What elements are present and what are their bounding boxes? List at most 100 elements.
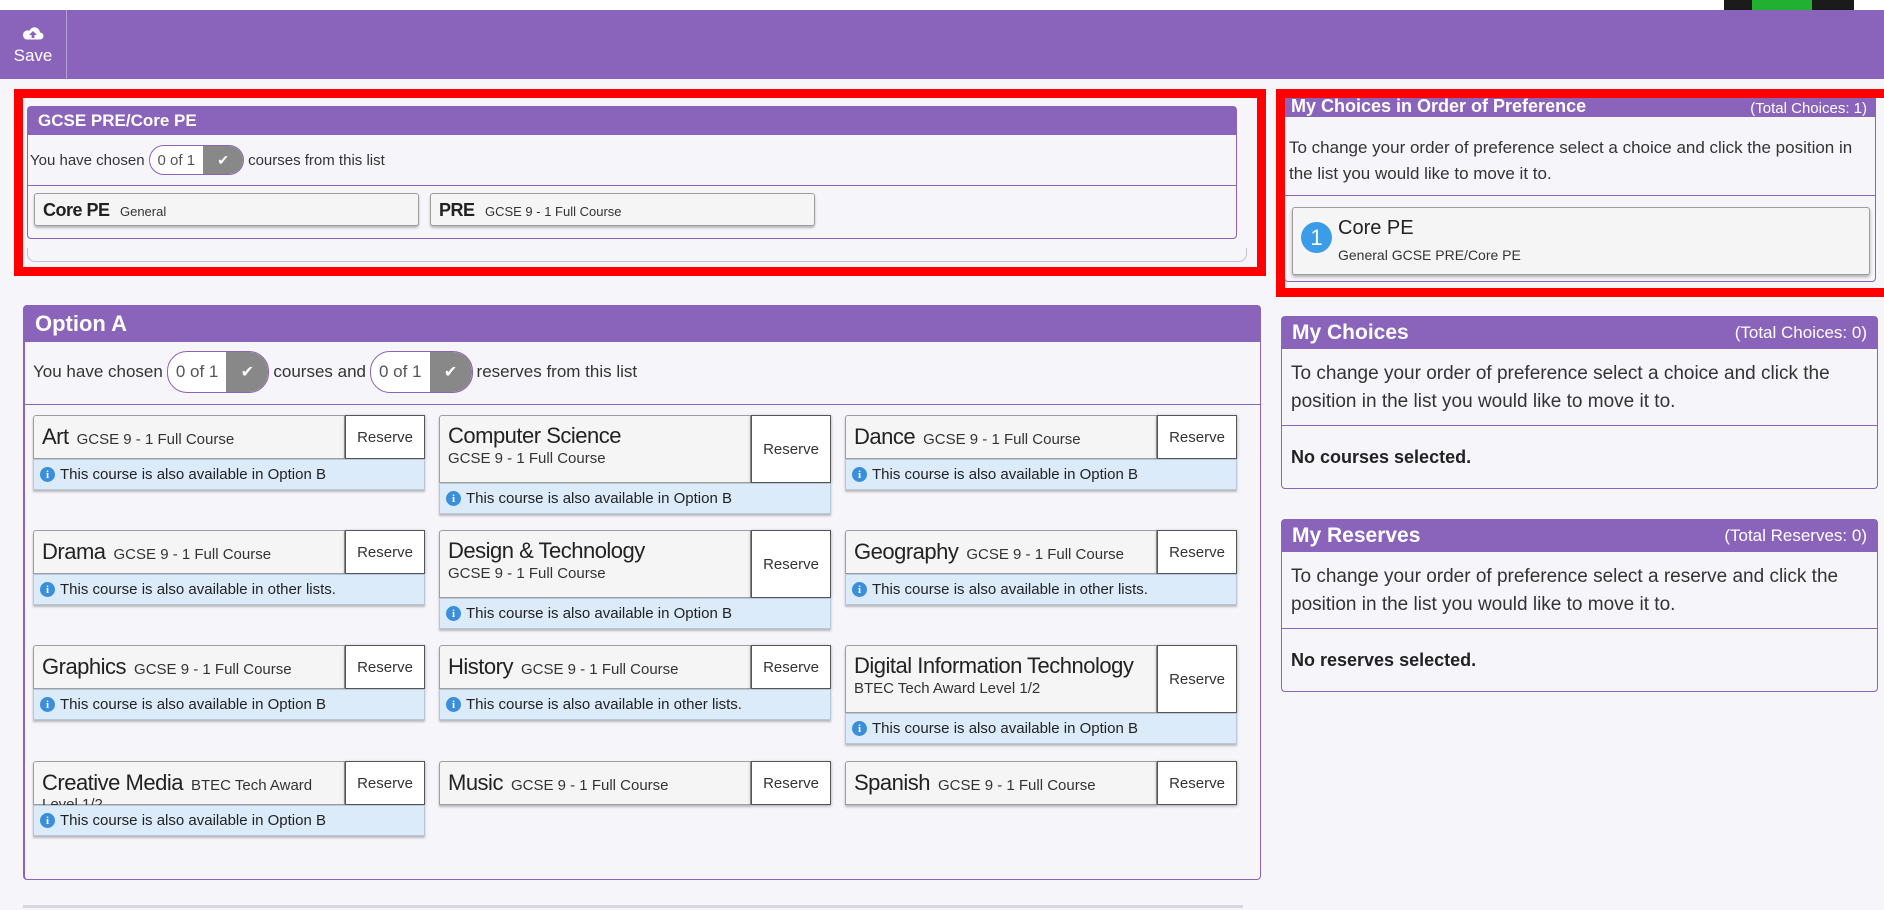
reserve-button[interactable]: Reserve <box>751 761 831 805</box>
my-reserves-divider <box>1282 628 1877 629</box>
course-type: GCSE 9 - 1 Full Course <box>938 777 1096 794</box>
highlight-box <box>1276 89 1884 297</box>
reserve-button[interactable]: Reserve <box>751 530 831 598</box>
info-icon: i <box>446 491 461 506</box>
course-info-note: i This course is also available in Option… <box>845 713 1237 744</box>
course-card-body[interactable]: History GCSE 9 - 1 Full Course <box>439 645 751 689</box>
course-card-body[interactable]: Design & Technology GCSE 9 - 1 Full Cours… <box>439 530 751 598</box>
course-card-body[interactable]: Spanish GCSE 9 - 1 Full Course <box>845 761 1157 805</box>
course-card-body[interactable]: Dance GCSE 9 - 1 Full Course <box>845 415 1157 459</box>
course-name: Geography <box>854 539 959 564</box>
course-type: GCSE 9 - 1 Full Course <box>76 431 235 448</box>
course-info-note: i This course is also available in other … <box>845 574 1237 605</box>
info-icon: i <box>852 467 867 482</box>
reserve-button[interactable]: Reserve <box>1157 761 1237 805</box>
course-name: Computer Science <box>448 423 621 448</box>
courses-counter: 0 of 1 ✔ <box>166 351 270 393</box>
course-info-note: i This course is also available in Option… <box>439 483 831 514</box>
course-info-text: This course is also available in Option … <box>466 605 732 622</box>
course-card-body[interactable]: Graphics GCSE 9 - 1 Full Course <box>33 645 345 689</box>
reserve-button[interactable]: Reserve <box>1157 415 1237 459</box>
highlight-box <box>14 89 1266 276</box>
my-choices-panel: My Choices (Total Choices: 0) To change … <box>1281 316 1878 489</box>
course-info-text: This course is also available in Option … <box>872 466 1138 483</box>
course-info-text: This course is also available in Option … <box>60 696 326 713</box>
course-info-note: i This course is also available in other … <box>33 574 425 605</box>
course-info-text: This course is also available in Option … <box>60 466 326 483</box>
course-type: GCSE 9 - 1 Full Course <box>448 565 606 582</box>
course-type: GCSE 9 - 1 Full Course <box>520 661 679 678</box>
course-card-body[interactable]: Art GCSE 9 - 1 Full Course <box>33 415 345 459</box>
reserve-button[interactable]: Reserve <box>1157 645 1237 713</box>
reserve-button[interactable]: Reserve <box>345 415 425 459</box>
course-info-text: This course is also available in Option … <box>872 720 1138 737</box>
my-reserves-empty: No reserves selected. <box>1291 650 1477 670</box>
info-icon: i <box>852 582 867 597</box>
course-name: Dance <box>854 424 916 449</box>
my-choices-description: To change your order of preference selec… <box>1291 363 1830 412</box>
reserve-button[interactable]: Reserve <box>751 415 831 483</box>
reserves-counter-value: 0 of 1 <box>379 362 422 381</box>
my-reserves-title: My Reserves <box>1292 524 1421 547</box>
option-a-chosen-mid: courses and <box>273 362 366 381</box>
corner-graphic <box>1724 0 1854 10</box>
course-card-body[interactable]: Computer Science GCSE 9 - 1 Full Course <box>439 415 751 483</box>
info-icon: i <box>40 582 55 597</box>
save-label: Save <box>13 46 53 65</box>
reserve-button[interactable]: Reserve <box>345 761 425 805</box>
course-info-note: i This course is also available in Option… <box>33 805 425 836</box>
course-card-body[interactable]: Creative MediaBTEC Tech Award Level 1/2 <box>33 761 345 813</box>
my-choices-count: (Total Choices: 0) <box>1734 323 1867 342</box>
toolbar: Save <box>0 10 1884 79</box>
course-info-note: i This course is also available in other … <box>439 689 831 720</box>
course-type: BTEC Tech Award Level 1/2 <box>854 680 1041 697</box>
my-reserves-panel: My Reserves (Total Reserves: 0) To chang… <box>1281 519 1878 692</box>
course-info-text: This course is also available in other l… <box>60 581 336 598</box>
reserve-button[interactable]: Reserve <box>345 530 425 574</box>
reserve-button[interactable]: Reserve <box>751 645 831 689</box>
my-reserves-description: To change your order of preference selec… <box>1291 566 1839 615</box>
course-info-text: This course is also available in other l… <box>466 696 742 713</box>
course-card-body[interactable]: Music GCSE 9 - 1 Full Course <box>439 761 751 805</box>
reserve-button[interactable]: Reserve <box>1157 530 1237 574</box>
option-a-chosen-line: You have chosen 0 of 1 ✔ courses and 0 o… <box>33 351 637 393</box>
course-info-text: This course is also available in other l… <box>872 581 1148 598</box>
my-choices-title: My Choices <box>1292 321 1409 344</box>
course-info-note: i This course is also available in Option… <box>33 689 425 720</box>
course-card-body[interactable]: Digital Information Technology BTEC Tech … <box>845 645 1157 713</box>
course-type: GCSE 9 - 1 Full Course <box>113 546 272 563</box>
course-type: GCSE 9 - 1 Full Course <box>134 661 292 678</box>
course-info-text: This course is also available in Option … <box>466 490 732 507</box>
info-icon: i <box>40 813 55 828</box>
info-icon: i <box>446 697 461 712</box>
course-type: GCSE 9 - 1 Full Course <box>966 546 1124 563</box>
check-icon: ✔ <box>429 352 472 392</box>
reserves-counter: 0 of 1 ✔ <box>370 351 473 393</box>
info-icon: i <box>852 721 867 736</box>
bottom-shadow-line <box>23 905 1243 908</box>
save-button[interactable]: Save <box>0 10 67 79</box>
course-name: Digital Information Technology <box>854 653 1134 678</box>
option-a-reserves-suffix: reserves from this list <box>476 362 638 381</box>
course-type: GCSE 9 - 1 Full Course <box>448 450 606 467</box>
cloud-upload-icon <box>22 27 44 40</box>
courses-counter-value: 0 of 1 <box>175 362 219 381</box>
course-name: Design & Technology <box>448 538 645 563</box>
course-info-note: i This course is also available in Option… <box>33 459 425 490</box>
course-card-body[interactable]: Drama GCSE 9 - 1 Full Course <box>33 530 345 574</box>
check-icon: ✔ <box>226 352 269 392</box>
info-icon: i <box>446 606 461 621</box>
option-a-title: Option A <box>35 311 128 336</box>
course-card-body[interactable]: Geography GCSE 9 - 1 Full Course <box>845 530 1157 574</box>
option-a-header: Option A <box>25 306 1260 342</box>
my-choices-header: My Choices (Total Choices: 0) <box>1282 317 1877 349</box>
course-info-note: i This course is also available in Option… <box>439 598 831 629</box>
course-name: Drama <box>42 539 106 564</box>
option-a-panel: Option A You have chosen 0 of 1 ✔ course… <box>23 305 1261 880</box>
reserve-button[interactable]: Reserve <box>345 645 425 689</box>
course-info-text: This course is also available in Option … <box>60 812 326 829</box>
info-icon: i <box>40 467 55 482</box>
top-strip <box>0 0 1884 10</box>
course-type: GCSE 9 - 1 Full Course <box>923 431 1081 448</box>
course-name: Creative Media <box>42 770 183 795</box>
